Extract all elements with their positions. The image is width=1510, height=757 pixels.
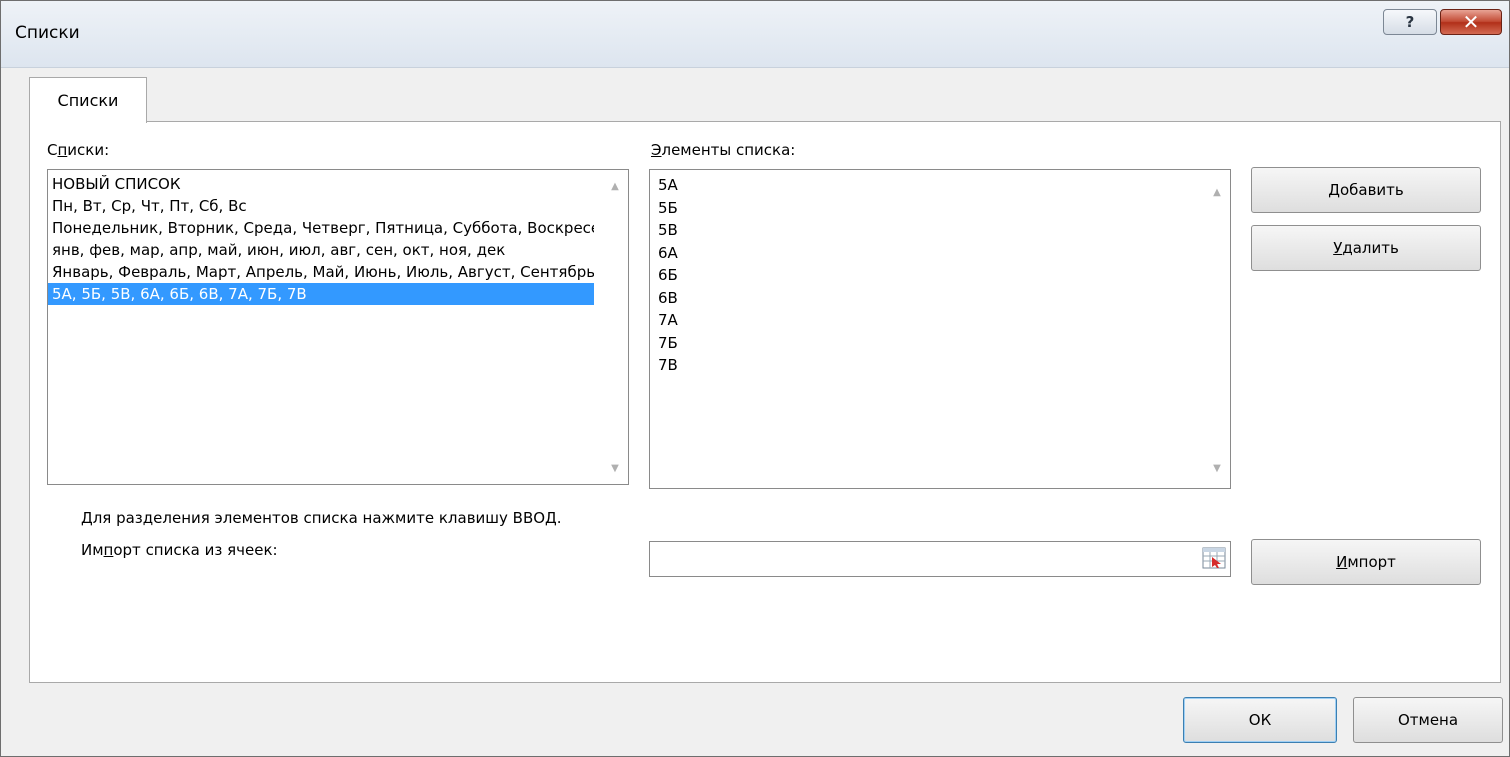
tab-lists-label: Списки: [57, 91, 119, 110]
list-item-selected[interactable]: 5А, 5Б, 5В, 6А, 6Б, 6В, 7А, 7Б, 7В: [48, 283, 594, 305]
list-item[interactable]: Понедельник, Вторник, Среда, Четверг, Пя…: [48, 217, 594, 239]
custom-lists-listbox[interactable]: НОВЫЙ СПИСОК Пн, Вт, Ср, Чт, Пт, Сб, Вс …: [47, 169, 629, 485]
custom-lists-dialog: Списки ? ✕ Списки Списки: НОВЫЙ СПИСОК П…: [0, 0, 1510, 757]
cancel-button-label: Отмена: [1397, 711, 1459, 729]
ok-button[interactable]: ОК: [1183, 697, 1337, 743]
dialog-title: Списки: [15, 23, 80, 43]
delete-button[interactable]: Удалить: [1251, 225, 1481, 271]
question-icon: ?: [1405, 13, 1415, 31]
list-item[interactable]: Январь, Февраль, Март, Апрель, Май, Июнь…: [48, 261, 594, 283]
list-item[interactable]: Пн, Вт, Ср, Чт, Пт, Сб, Вс: [48, 195, 594, 217]
entries-rows: 5А 5Б 5В 6А 6Б 6В 7А 7Б 7В: [654, 174, 1194, 377]
scroll-up-icon[interactable]: ▲: [1204, 180, 1230, 204]
import-button-mnemonic: И: [1336, 553, 1348, 571]
add-button[interactable]: Добавить: [1251, 167, 1481, 213]
list-entries-textarea[interactable]: 5А 5Б 5В 6А 6Б 6В 7А 7Б 7В ▲ ▼: [649, 169, 1231, 489]
cancel-button[interactable]: Отмена: [1353, 697, 1503, 743]
entry-line: 7В: [658, 356, 678, 374]
add-button-mnemonic: Д: [1328, 181, 1340, 199]
range-select-icon: [1202, 547, 1226, 569]
entry-line: 6Б: [658, 266, 678, 284]
add-button-label: обавить: [1339, 181, 1404, 199]
help-button[interactable]: ?: [1383, 9, 1437, 35]
import-range-field[interactable]: [649, 541, 1231, 577]
close-icon: ✕: [1462, 10, 1480, 34]
delete-button-mnemonic: У: [1333, 239, 1343, 257]
entries-label: Элементы списка:: [651, 141, 795, 159]
entry-line: 5В: [658, 221, 678, 239]
list-item[interactable]: янв, фев, мар, апр, май, июн, июл, авг, …: [48, 239, 594, 261]
entries-label-mnemonic: Э: [651, 141, 662, 159]
entry-line: 7А: [658, 311, 678, 329]
lists-label-prefix: С: [47, 141, 58, 159]
lists-label-mnemonic: п: [57, 141, 68, 159]
delete-button-label: далить: [1342, 239, 1399, 257]
scroll-up-icon[interactable]: ▲: [602, 174, 628, 198]
scroll-down-icon[interactable]: ▼: [1204, 456, 1230, 480]
entries-label-suffix: лементы списка:: [661, 141, 796, 159]
title-bar: Списки ? ✕: [1, 1, 1509, 68]
import-source-label: Импорт списка из ячеек:: [81, 541, 278, 559]
entry-line: 5А: [658, 176, 678, 194]
import-label-prefix: Им: [81, 541, 104, 559]
ok-button-label: ОК: [1248, 711, 1272, 729]
list-item[interactable]: НОВЫЙ СПИСОК: [48, 173, 594, 195]
import-button[interactable]: Импорт: [1251, 539, 1481, 585]
scroll-down-icon[interactable]: ▼: [602, 456, 628, 480]
collapse-dialog-icon[interactable]: [1202, 547, 1226, 569]
tab-lists[interactable]: Списки: [29, 77, 147, 123]
lists-label-suffix: иски:: [67, 141, 110, 159]
import-button-label: мпорт: [1347, 553, 1396, 571]
hint-text: Для разделения элементов списка нажмите …: [81, 509, 562, 527]
import-label-mnemonic: п: [103, 541, 114, 559]
lists-scrollbar[interactable]: ▲ ▼: [602, 170, 628, 484]
entry-line: 7Б: [658, 333, 678, 352]
lists-label: Списки:: [47, 141, 109, 159]
close-button[interactable]: ✕: [1440, 9, 1502, 35]
entries-scrollbar[interactable]: ▲ ▼: [1204, 170, 1230, 488]
import-label-suffix: орт списка из ячеек:: [113, 541, 278, 559]
custom-lists-rows: НОВЫЙ СПИСОК Пн, Вт, Ср, Чт, Пт, Сб, Вс …: [48, 173, 594, 305]
entry-line: 5Б: [658, 198, 678, 217]
entry-line: 6В: [658, 288, 678, 307]
entry-line: 6А: [658, 243, 678, 262]
